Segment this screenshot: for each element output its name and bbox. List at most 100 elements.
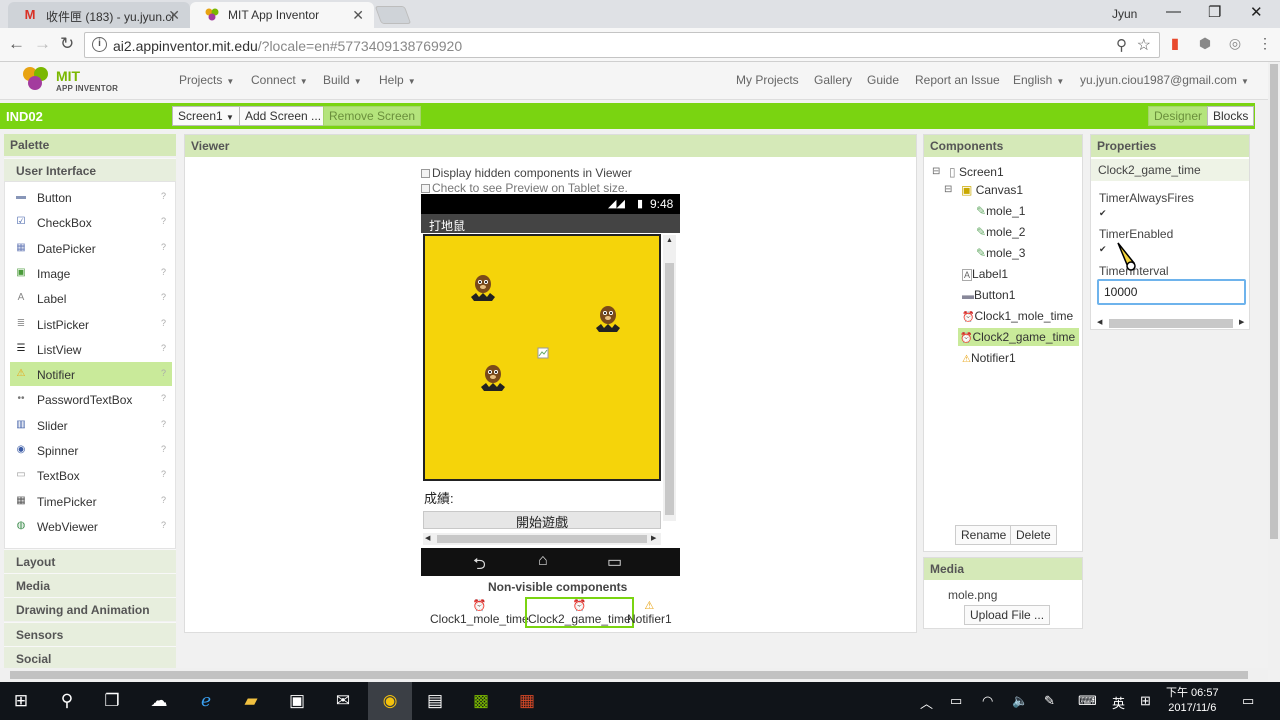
profile-name[interactable]: Jyun xyxy=(1112,7,1137,21)
tree-canvas1[interactable]: ▣ Canvas1 xyxy=(961,183,1023,197)
menu-account[interactable]: yu.jyun.ciou1987@gmail.com ▼ xyxy=(1080,73,1249,87)
android-emulator-icon[interactable]: ▩ xyxy=(470,690,492,712)
phone-vertical-scrollbar[interactable]: ▲ xyxy=(663,235,676,521)
help-icon[interactable]: ? xyxy=(161,318,166,328)
mail-icon[interactable]: ✉ xyxy=(332,690,354,712)
nonvisible-clock1[interactable]: ⏰ Clock1_mole_time xyxy=(430,599,529,626)
palette-item-label[interactable]: A Label? xyxy=(10,286,172,310)
app-inventor-logo[interactable]: MIT APP INVENTOR xyxy=(20,65,120,95)
help-icon[interactable]: ? xyxy=(161,242,166,252)
pen-tray-icon[interactable]: ✎ xyxy=(1044,693,1055,709)
help-icon[interactable]: ? xyxy=(161,495,166,505)
tab-app-inventor[interactable]: MIT App Inventor ✕ xyxy=(190,2,374,28)
help-icon[interactable]: ? xyxy=(161,419,166,429)
tree-mole-2[interactable]: ✎mole_2 xyxy=(976,225,1025,239)
scroll-right-icon[interactable]: ▶ xyxy=(1239,318,1244,326)
nonvisible-clock2[interactable]: ⏰ Clock2_game_time xyxy=(525,597,634,628)
office-extension-icon[interactable]: ▮ xyxy=(1166,34,1184,52)
nonvisible-notifier1[interactable]: ⚠ Notifier1 xyxy=(627,599,672,626)
tree-notifier1[interactable]: ⚠Notifier1 xyxy=(962,351,1016,365)
close-icon[interactable]: ✕ xyxy=(168,7,180,24)
rename-button[interactable]: Rename xyxy=(955,525,1013,545)
link-guide[interactable]: Guide xyxy=(867,73,899,87)
close-window-icon[interactable]: ✕ xyxy=(1250,3,1263,21)
new-tab-button[interactable] xyxy=(374,6,412,24)
properties-scrollbar[interactable]: ◀ ▶ xyxy=(1095,317,1247,329)
timer-interval-input[interactable] xyxy=(1097,279,1246,305)
palette-category-drawing[interactable]: Drawing and Animation xyxy=(4,597,176,621)
media-file[interactable]: mole.png xyxy=(948,588,997,602)
wifi-tray-icon[interactable]: ◠ xyxy=(982,693,993,709)
palette-item-slider[interactable]: ▥ Slider? xyxy=(10,413,172,437)
keyboard-icon[interactable]: ⌨ xyxy=(1078,693,1097,709)
palette-item-textbox[interactable]: ▭ TextBox? xyxy=(10,463,172,487)
scroll-right-icon[interactable]: ▶ xyxy=(651,534,656,542)
page-vertical-scrollbar[interactable] xyxy=(1268,62,1280,670)
tree-mole-3[interactable]: ✎mole_3 xyxy=(976,246,1025,260)
collapse-icon[interactable]: ⊟ xyxy=(944,184,952,195)
tree-button1[interactable]: ▬Button1 xyxy=(962,288,1015,302)
recents-nav-icon[interactable]: ▭ xyxy=(607,552,622,572)
tq-app-icon[interactable]: ▤ xyxy=(424,690,446,712)
delete-button[interactable]: Delete xyxy=(1010,525,1057,545)
remove-screen-button[interactable]: Remove Screen xyxy=(323,106,422,126)
task-view-icon[interactable]: ❐ xyxy=(101,690,123,712)
link-gallery[interactable]: Gallery xyxy=(814,73,852,87)
chrome-menu-icon[interactable]: ⋮ xyxy=(1256,34,1274,52)
timer-enabled-checkbox[interactable]: ✔ xyxy=(1099,245,1108,254)
help-icon[interactable]: ? xyxy=(161,368,166,378)
help-icon[interactable]: ? xyxy=(161,469,166,479)
tray-expand-icon[interactable]: ︿ xyxy=(920,693,933,712)
palette-category-sensors[interactable]: Sensors xyxy=(4,622,176,646)
info-icon[interactable]: i xyxy=(92,37,107,52)
help-icon[interactable]: ? xyxy=(161,444,166,454)
ime-mode-icon[interactable]: ⊞ xyxy=(1140,693,1151,709)
palette-item-notifier[interactable]: ⚠ Notifier? xyxy=(10,362,172,387)
powerpoint-icon[interactable]: ▦ xyxy=(516,690,538,712)
reload-icon[interactable]: ↻ xyxy=(60,34,74,54)
scroll-left-icon[interactable]: ◀ xyxy=(1097,318,1102,326)
palette-item-checkbox[interactable]: ☑ CheckBox? xyxy=(10,210,172,234)
battery-tray-icon[interactable]: ▭ xyxy=(950,693,962,709)
tab-gmail[interactable]: M 收件匣 (183) - yu.jyun.ci ✕ xyxy=(8,2,190,28)
app-ie-icon[interactable]: ☁ xyxy=(148,690,170,712)
page-horizontal-scrollbar[interactable] xyxy=(0,668,1268,682)
scroll-up-icon[interactable]: ▲ xyxy=(666,237,673,244)
link-my-projects[interactable]: My Projects xyxy=(736,73,799,87)
help-icon[interactable]: ? xyxy=(161,216,166,226)
mole-1-sprite[interactable] xyxy=(470,273,496,303)
ime-indicator[interactable]: 英 xyxy=(1112,693,1125,712)
file-explorer-icon[interactable]: ▰ xyxy=(240,690,262,712)
screen-select[interactable]: Screen1 ▼ xyxy=(172,106,240,126)
bookmark-star-icon[interactable]: ☆ xyxy=(1137,35,1151,55)
palette-item-webviewer[interactable]: ◍ WebViewer? xyxy=(10,514,172,538)
tablet-preview-checkbox[interactable]: Check to see Preview on Tablet size. xyxy=(421,181,628,195)
add-screen-button[interactable]: Add Screen ... xyxy=(239,106,328,126)
palette-item-button[interactable]: ▬ Button? xyxy=(10,185,172,209)
shield-extension-icon[interactable]: ⬢ xyxy=(1196,34,1214,52)
tree-clock2[interactable]: ⏰Clock2_game_time xyxy=(958,328,1080,346)
menu-help[interactable]: Help ▼ xyxy=(379,73,416,87)
timer-always-fires-checkbox[interactable]: ✔ xyxy=(1099,209,1108,218)
taskbar-clock[interactable]: 下午 06:57 2017/11/6 xyxy=(1166,686,1219,716)
back-icon[interactable]: ← xyxy=(8,34,25,54)
palette-item-listview[interactable]: ☰ ListView? xyxy=(10,337,172,361)
help-icon[interactable]: ? xyxy=(161,267,166,277)
menu-build[interactable]: Build ▼ xyxy=(323,73,362,87)
palette-category-media[interactable]: Media xyxy=(4,573,176,597)
menu-language[interactable]: English ▼ xyxy=(1013,73,1064,87)
tree-mole-1[interactable]: ✎mole_1 xyxy=(976,204,1025,218)
menu-projects[interactable]: Projects ▼ xyxy=(179,73,234,87)
tree-label1[interactable]: A Label1 xyxy=(962,267,1008,281)
windows-start-icon[interactable]: ⊞ xyxy=(10,690,32,712)
edge-icon[interactable]: ℯ xyxy=(195,690,217,712)
mole-3-sprite[interactable] xyxy=(480,363,506,393)
store-icon[interactable]: ▣ xyxy=(286,690,308,712)
mole-2-sprite[interactable] xyxy=(595,304,621,334)
palette-category-user-interface[interactable]: User Interface xyxy=(4,158,176,182)
phone-horizontal-scrollbar[interactable]: ◀ ▶ xyxy=(423,533,661,545)
help-icon[interactable]: ? xyxy=(161,292,166,302)
tree-clock1[interactable]: ⏰Clock1_mole_time xyxy=(962,309,1073,323)
display-hidden-checkbox[interactable]: Display hidden components in Viewer xyxy=(421,166,632,180)
zoom-icon[interactable]: ⚲ xyxy=(1116,36,1127,54)
